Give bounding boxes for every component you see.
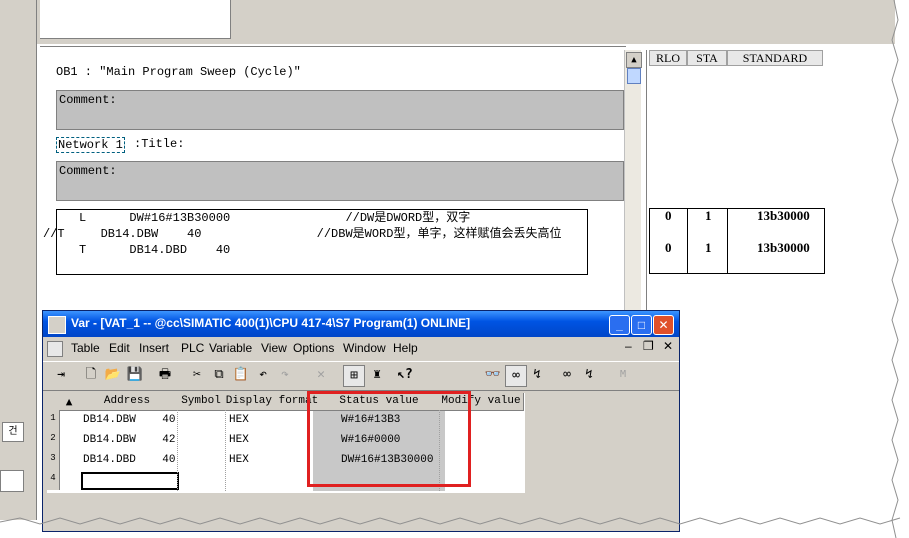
monitor-icon[interactable]: ∞ (505, 365, 527, 387)
standard-value-2: 13b30000 (757, 240, 810, 255)
sta-value-1: 1 (705, 208, 712, 223)
save-icon[interactable]: 💾 (125, 365, 145, 385)
undo-icon[interactable]: ↶ (253, 365, 273, 385)
code-line-2: //T DB14.DBW 40 //DBW是WORD型，单字，这样赋值会丢失高位 (43, 227, 562, 241)
left-panel-box[interactable] (0, 470, 24, 492)
modify-trigger-icon[interactable]: ↯ (579, 365, 599, 385)
address-input[interactable] (81, 472, 179, 490)
copy-icon[interactable]: ⧉ (209, 365, 229, 385)
open-icon[interactable]: 📂 (103, 365, 123, 385)
menu-help[interactable]: Help (393, 341, 418, 355)
menu-plc[interactable]: PLC (181, 341, 204, 355)
menu-view[interactable]: View (261, 341, 287, 355)
vat-title: Var - [VAT_1 -- @cc\SIMATIC 400(1)\CPU 4… (71, 316, 471, 330)
help-pointer-icon[interactable]: ↖? (395, 365, 415, 385)
mdi-restore-icon[interactable]: ❐ (643, 339, 654, 353)
paste-icon[interactable]: 📋 (231, 365, 251, 385)
network-label[interactable]: Network 1 (56, 137, 125, 153)
app-icon[interactable] (48, 316, 66, 334)
block-title: OB1 : "Main Program Sweep (Cycle)" (56, 65, 301, 79)
code-line-3: T DB14.DBD 40 (43, 243, 231, 257)
left-panel-label[interactable]: 건 (2, 422, 24, 442)
col-display-format[interactable]: Display format (225, 393, 320, 411)
col-symbol[interactable]: Symbol (177, 393, 226, 411)
sta-value-2: 1 (705, 240, 712, 255)
col-divider (177, 410, 179, 491)
status-panel: RLO STA STANDARD 0 1 13b30000 0 1 13b300… (646, 50, 897, 310)
highlight-box (307, 391, 471, 487)
row-format[interactable]: HEX (229, 450, 249, 470)
row-number: 4 (47, 470, 60, 490)
col-address[interactable]: Address (77, 393, 178, 411)
pin-icon[interactable]: ⇥ (51, 365, 71, 385)
network-comment-label: Comment: (59, 164, 117, 178)
standard-header: STANDARD (727, 50, 823, 66)
force-icon[interactable]: M (613, 365, 633, 385)
stl-code-box[interactable]: L DW#16#13B30000 //DW是DWORD型，双字 //T DB14… (43, 209, 588, 275)
scroll-up-icon[interactable]: ▲ (626, 52, 642, 68)
minimize-icon[interactable]: _ (609, 315, 630, 335)
cut-icon[interactable]: ✂ (187, 365, 207, 385)
row-number: 2 (47, 430, 60, 450)
torn-edge-right (891, 0, 899, 538)
plc-icon[interactable]: ♜ (367, 365, 387, 385)
network-title: :Title: (134, 137, 185, 151)
menu-bar: Table Edit Insert PLC Variable View Opti… (43, 337, 679, 359)
code-line-1: L DW#16#13B30000 //DW是DWORD型，双字 (43, 211, 471, 225)
vat-titlebar[interactable]: Var - [VAT_1 -- @cc\SIMATIC 400(1)\CPU 4… (43, 311, 679, 337)
mdi-close-icon[interactable]: ✕ (663, 339, 673, 353)
menu-table[interactable]: Table (71, 341, 100, 355)
doc-icon[interactable] (47, 341, 63, 357)
maximize-icon[interactable]: □ (631, 315, 652, 335)
menu-insert[interactable]: Insert (139, 341, 169, 355)
trigger-icon[interactable]: ↯ (527, 365, 547, 385)
standard-value-1: 13b30000 (757, 208, 810, 223)
col-divider (225, 410, 227, 491)
top-pane (40, 0, 231, 39)
row-number: 1 (47, 410, 60, 430)
left-strip: 건 (0, 0, 37, 520)
menu-window[interactable]: Window (343, 341, 386, 355)
row-address[interactable]: DB14.DBW 42 (83, 430, 175, 450)
row-address[interactable]: DB14.DBW 40 (83, 410, 175, 430)
vat-window[interactable]: Var - [VAT_1 -- @cc\SIMATIC 400(1)\CPU 4… (42, 310, 680, 532)
delete-icon[interactable]: ✕ (311, 365, 331, 385)
sort-icon[interactable]: ▲ (61, 393, 78, 411)
block-comment-label: Comment: (59, 93, 117, 107)
mdi-minimize-icon[interactable]: – (625, 339, 632, 353)
menu-variable[interactable]: Variable (209, 341, 252, 355)
torn-edge-bottom (0, 517, 901, 525)
rlo-value-2: 0 (665, 240, 672, 255)
sta-header: STA (687, 50, 727, 66)
row-format[interactable]: HEX (229, 430, 249, 450)
close-icon[interactable]: ✕ (653, 315, 674, 335)
scroll-thumb[interactable] (627, 68, 641, 84)
row-format[interactable]: HEX (229, 410, 249, 430)
modify-icon[interactable]: ∞ (557, 365, 577, 385)
online-icon[interactable]: ⊞ (343, 365, 365, 387)
toolbar: ⇥ 🗋 📂 💾 🖶 ✂ ⧉ 📋 ↶ ↷ ✕ ⊞ ♜ ↖? 👓 ∞ ↯ ∞ ↯ M (43, 361, 679, 391)
block-comment-box[interactable]: Comment: (56, 90, 624, 130)
row-number: 3 (47, 450, 60, 470)
rlo-value-1: 0 (665, 208, 672, 223)
redo-icon[interactable]: ↷ (275, 365, 295, 385)
print-icon[interactable]: 🖶 (155, 365, 175, 385)
new-icon[interactable]: 🗋 (81, 365, 101, 385)
menu-options[interactable]: Options (293, 341, 334, 355)
glasses-icon[interactable]: 👓 (483, 365, 503, 385)
row-header-corner (47, 393, 62, 411)
menu-edit[interactable]: Edit (109, 341, 130, 355)
network-comment-box[interactable]: Comment: (56, 161, 624, 201)
rlo-header: RLO (649, 50, 687, 66)
row-address[interactable]: DB14.DBD 40 (83, 450, 175, 470)
